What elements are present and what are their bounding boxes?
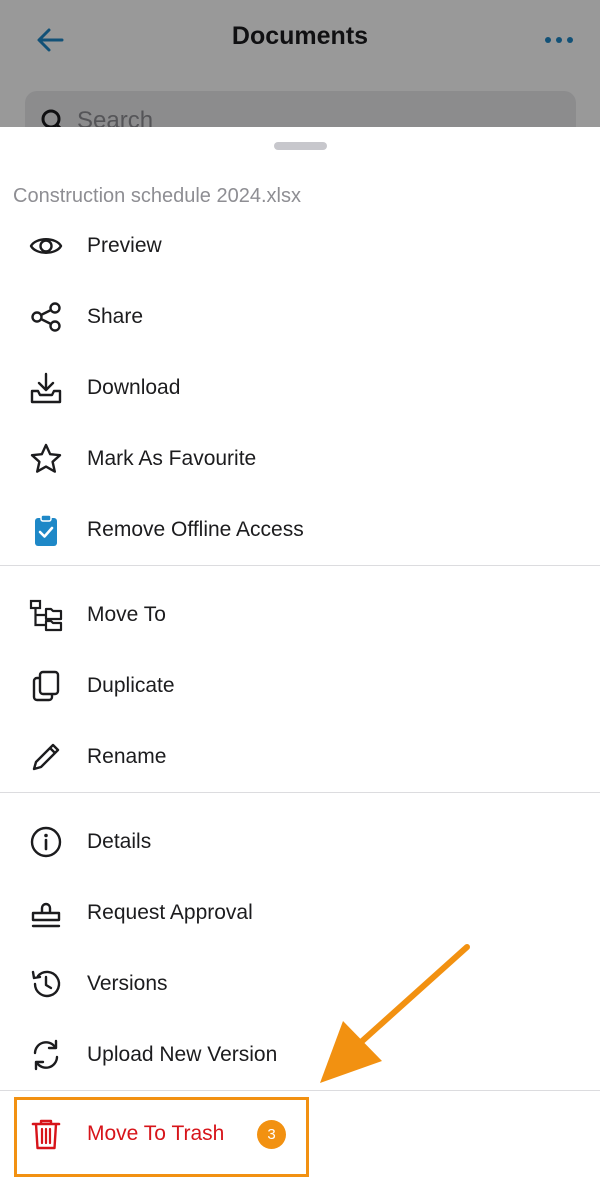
sheet-file-name: Construction schedule 2024.xlsx [13, 185, 301, 207]
eye-icon [29, 237, 63, 254]
menu-divider [0, 565, 600, 579]
download-icon [30, 372, 62, 403]
menu-item-label: Duplicate [87, 673, 175, 697]
move-folder-icon [29, 599, 63, 631]
menu-item-label: Details [87, 829, 152, 853]
menu-divider [0, 792, 600, 806]
star-icon [30, 443, 62, 473]
menu-item-label: Preview [87, 233, 162, 257]
menu-item-details[interactable]: Details [0, 806, 600, 877]
menu-item-label: Move To [87, 602, 166, 626]
menu-item-label: Versions [87, 971, 168, 995]
history-icon [31, 970, 61, 997]
menu-item-preview[interactable]: Preview [0, 210, 600, 281]
clipboard-check-icon [35, 513, 57, 546]
menu-item-label: Share [87, 304, 144, 328]
menu-item-remove-offline[interactable]: Remove Offline Access [0, 494, 600, 565]
share-icon [31, 301, 61, 332]
menu-item-label: Mark As Favourite [87, 446, 257, 470]
menu-item-rename[interactable]: Rename [0, 721, 600, 792]
menu-item-mark-favourite[interactable]: Mark As Favourite [0, 423, 600, 494]
menu-item-move-to[interactable]: Move To [0, 579, 600, 650]
highlight-box [14, 1097, 309, 1177]
pencil-icon [32, 743, 60, 770]
menu-item-label: Download [87, 375, 181, 399]
refresh-icon [33, 1039, 59, 1070]
arrow-annotation-icon [320, 944, 470, 1083]
menu-item-download[interactable]: Download [0, 352, 600, 423]
sheet-drag-handle[interactable] [274, 142, 327, 150]
info-icon [30, 826, 62, 857]
menu-item-label: Request Approval [87, 900, 253, 924]
menu-item-label: Remove Offline Access [87, 517, 304, 541]
menu-item-label: Rename [87, 744, 167, 768]
menu-item-duplicate[interactable]: Duplicate [0, 650, 600, 721]
duplicate-icon [32, 670, 60, 701]
menu-item-label: Upload New Version [87, 1042, 278, 1066]
menu-item-share[interactable]: Share [0, 281, 600, 352]
stamp-icon [31, 902, 61, 927]
